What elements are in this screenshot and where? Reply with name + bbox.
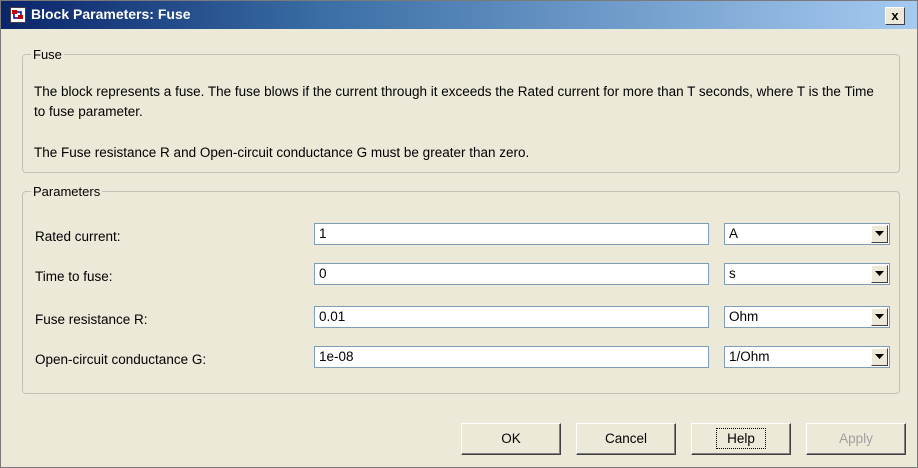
apply-button[interactable]: Apply bbox=[806, 423, 906, 455]
fuse-constraint-note: The Fuse resistance R and Open-circuit c… bbox=[34, 145, 530, 160]
block-parameters-dialog: Block Parameters: Fuse x Fuse The block … bbox=[0, 0, 918, 468]
time-to-fuse-unit-value: s bbox=[729, 266, 736, 281]
chevron-down-icon[interactable] bbox=[871, 265, 888, 283]
chevron-down-icon[interactable] bbox=[871, 348, 888, 366]
fuse-resistance-label: Fuse resistance R: bbox=[35, 312, 148, 327]
chevron-down-icon[interactable] bbox=[871, 225, 888, 243]
cancel-button[interactable]: Cancel bbox=[576, 423, 676, 455]
open-circuit-conductance-unit-value: 1/Ohm bbox=[729, 349, 770, 364]
rated-current-unit-value: A bbox=[729, 226, 739, 241]
fuse-description: The block represents a fuse. The fuse bl… bbox=[34, 84, 874, 119]
time-to-fuse-label: Time to fuse: bbox=[35, 269, 113, 284]
fuse-resistance-unit-select[interactable]: Ohm bbox=[724, 306, 890, 328]
simulink-block-icon bbox=[10, 7, 26, 23]
fuse-resistance-input[interactable]: 0.01 bbox=[314, 306, 709, 328]
fuse-group-legend: Fuse bbox=[33, 47, 62, 62]
open-circuit-conductance-label: Open-circuit conductance G: bbox=[35, 352, 207, 367]
ok-button[interactable]: OK bbox=[461, 423, 561, 455]
rated-current-input[interactable]: 1 bbox=[314, 223, 709, 245]
rated-current-label: Rated current: bbox=[35, 229, 121, 244]
open-circuit-conductance-input[interactable]: 1e-08 bbox=[314, 346, 709, 368]
time-to-fuse-unit-select[interactable]: s bbox=[724, 263, 890, 285]
rated-current-unit-select[interactable]: A bbox=[724, 223, 890, 245]
title-bar[interactable]: Block Parameters: Fuse x bbox=[1, 1, 917, 29]
close-button[interactable]: x bbox=[885, 7, 905, 25]
fuse-resistance-unit-value: Ohm bbox=[729, 309, 759, 324]
parameters-group-legend: Parameters bbox=[33, 184, 101, 199]
chevron-down-icon[interactable] bbox=[871, 308, 888, 326]
help-button[interactable]: Help bbox=[691, 423, 791, 455]
open-circuit-conductance-unit-select[interactable]: 1/Ohm bbox=[724, 346, 890, 368]
help-button-label: Help bbox=[716, 428, 766, 449]
time-to-fuse-input[interactable]: 0 bbox=[314, 263, 709, 285]
window-title: Block Parameters: Fuse bbox=[31, 6, 191, 22]
